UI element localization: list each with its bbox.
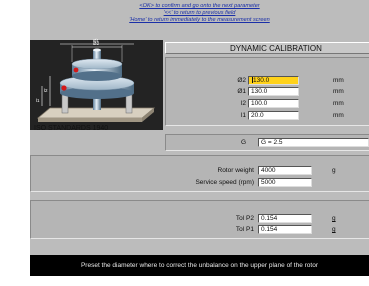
rotor-weight-input[interactable]: 4000 (258, 166, 312, 175)
l2-label: l2 (240, 100, 246, 107)
l2-input[interactable]: 100.0 (248, 99, 299, 108)
d2-value: 130.0 (253, 77, 270, 84)
diagram-label-d1: Ø1 (93, 38, 100, 43)
rotor-weight-unit: g (332, 167, 336, 174)
diagram-label-l1: l1 (36, 98, 40, 103)
tol-p1-value: 0.154 (258, 225, 312, 234)
status-bar: Preset the diameter where to correct the… (30, 255, 369, 276)
d2-unit: mm (333, 77, 344, 84)
d1-input[interactable]: 130.0 (248, 87, 299, 96)
hint-home: 'Home' to return immediately to the meas… (129, 17, 270, 23)
hint-confirm: <OK> to confirm and go onto the next par… (139, 3, 260, 9)
tol-p2-unit: g (332, 215, 336, 222)
service-speed-label: Service speed (rpm) (195, 179, 254, 186)
l1-input[interactable]: 20.0 (248, 111, 299, 120)
service-speed-input[interactable]: 5000 (258, 178, 312, 187)
rotor-diagram: Ø2 Ø1 l2 l1 (30, 38, 163, 130)
iso-standards-label: ISO STANDARDS 1940 (34, 125, 109, 132)
grade-select[interactable]: G = 2.5 (258, 138, 369, 147)
d2-input[interactable]: 130.0 (248, 76, 299, 85)
tol-p1-unit: g (332, 226, 336, 233)
hint-previous: '<<' to return to previous field (163, 10, 236, 16)
l2-unit: mm (333, 100, 344, 107)
l1-label: l1 (240, 112, 246, 119)
diagram-label-l2: l2 (44, 88, 48, 93)
grade-label: G (240, 139, 246, 146)
tol-p1-label: Tol P1 (235, 226, 254, 233)
tol-p2-value: 0.154 (258, 214, 312, 223)
d2-label: Ø2 (237, 77, 246, 84)
d1-unit: mm (333, 88, 344, 95)
d1-label: Ø1 (237, 88, 246, 95)
l1-unit: mm (333, 112, 344, 119)
calibration-screen: <OK> to confirm and go onto the next par… (30, 0, 369, 276)
rotor-weight-label: Rotor weight (217, 167, 255, 174)
page-title: DYNAMIC CALIBRATION (165, 42, 369, 54)
tol-p2-label: Tol P2 (235, 215, 254, 222)
